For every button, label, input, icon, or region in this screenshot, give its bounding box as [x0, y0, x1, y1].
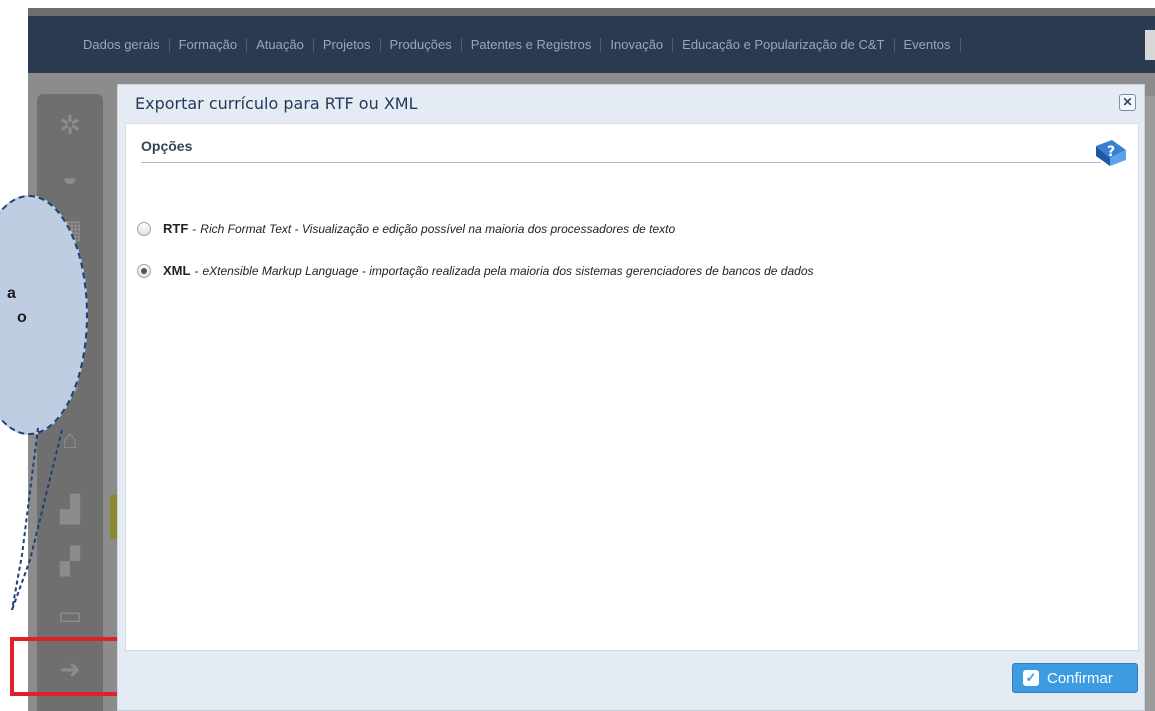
- nav-item-atuacao[interactable]: Atuação: [247, 37, 314, 52]
- option-rtf[interactable]: RTF - Rich Format Text - Visualização e …: [137, 221, 675, 236]
- nav-item-patentes[interactable]: Patentes e Registros: [462, 37, 602, 52]
- nav-item-dados-gerais[interactable]: Dados gerais: [74, 37, 170, 52]
- nav-item-projetos[interactable]: Projetos: [314, 37, 381, 52]
- rtf-description: Rich Format Text - Visualização e edição…: [200, 221, 676, 236]
- xml-separator: -: [194, 263, 199, 278]
- xml-radio[interactable]: [137, 263, 151, 278]
- check-icon: ✓: [1023, 670, 1039, 686]
- nav-item-formacao[interactable]: Formação: [170, 37, 248, 52]
- export-dialog: Exportar currículo para RTF ou XML ✕ Opç…: [117, 84, 1145, 711]
- top-strip: [28, 8, 1155, 16]
- option-xml[interactable]: XML - eXtensible Markup Language - impor…: [137, 263, 814, 278]
- highlight-box: [10, 637, 132, 696]
- xml-description: eXtensible Markup Language - importação …: [202, 263, 814, 278]
- confirm-button[interactable]: ✓ Confirmar: [1012, 663, 1138, 693]
- dialog-footer: ✓ Confirmar: [118, 651, 1144, 711]
- rtf-separator: -: [192, 221, 197, 236]
- screen: Dados gerais Formação Atuação Projetos P…: [0, 0, 1155, 711]
- xml-label: XML: [163, 263, 191, 278]
- svg-text:?: ?: [1107, 144, 1115, 160]
- nav-item-producoes[interactable]: Produções: [381, 37, 462, 52]
- section-divider: [141, 162, 1101, 163]
- rtf-label: RTF: [163, 221, 189, 236]
- options-section-title: Opções: [141, 138, 193, 154]
- file-link-icon[interactable]: ▟: [53, 494, 87, 524]
- bubble-text: a o: [7, 282, 27, 330]
- nav-item-educacao[interactable]: Educação e Popularização de C&T: [673, 37, 895, 52]
- nav-item-eventos[interactable]: Eventos: [895, 37, 961, 52]
- bubble-line-2: o: [17, 309, 27, 326]
- print-icon[interactable]: ▭: [53, 600, 87, 630]
- nav-end-cap: [1145, 30, 1155, 60]
- dialog-title: Exportar currículo para RTF ou XML: [135, 94, 418, 113]
- dialog-body: Opções ? RTF - Rich Format Text - Visual…: [125, 123, 1139, 651]
- help-book-icon[interactable]: ?: [1092, 138, 1128, 170]
- confirm-label: Confirmar: [1047, 669, 1113, 687]
- close-icon[interactable]: ✕: [1119, 94, 1136, 111]
- main-nav: Dados gerais Formação Atuação Projetos P…: [28, 16, 1155, 73]
- dialog-header: Exportar currículo para RTF ou XML ✕: [118, 85, 1144, 123]
- rtf-radio[interactable]: [137, 221, 151, 236]
- nav-item-inovacao[interactable]: Inovação: [601, 37, 674, 52]
- bubble-line-1: a: [7, 285, 16, 302]
- file-icon[interactable]: ▞: [53, 546, 87, 576]
- network-icon[interactable]: ✲: [53, 110, 87, 140]
- bowl-icon[interactable]: ◒: [53, 162, 87, 192]
- institution-icon[interactable]: ⌂: [53, 424, 87, 454]
